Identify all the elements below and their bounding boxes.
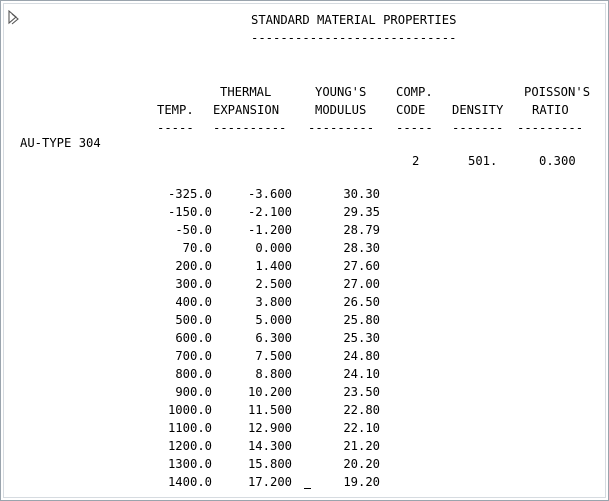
table-row: 500.0 5.000 25.80: [1, 311, 608, 329]
table-row: 1000.0 11.500 22.80: [1, 401, 608, 419]
cell-youngs: 28.30: [343, 241, 380, 255]
table-row: 1300.0 15.800 20.20: [1, 455, 608, 473]
header-poisson-line1: POISSON'S: [524, 85, 591, 99]
page-title: STANDARD MATERIAL PROPERTIES: [251, 13, 457, 27]
cell-thermal: 2.500: [255, 277, 292, 291]
header-thermal-dashes: ----------: [213, 121, 287, 135]
header-comp-line2: CODE: [396, 103, 426, 117]
cell-temp: 70.0: [182, 241, 212, 255]
cell-temp: 800.0: [175, 367, 212, 381]
cell-temp: 1400.0: [167, 475, 212, 489]
cell-thermal: 12.900: [247, 421, 292, 435]
cell-thermal: 10.200: [247, 385, 292, 399]
expand-arrow-icon[interactable]: [8, 10, 22, 26]
text-cursor: [304, 488, 311, 489]
cell-thermal: 3.800: [255, 295, 292, 309]
material-poisson-ratio: 0.300: [539, 154, 576, 168]
cell-youngs: 23.50: [343, 385, 380, 399]
header-poisson-dashes: ---------: [517, 121, 584, 135]
cell-temp: 200.0: [175, 259, 212, 273]
cell-youngs: 20.20: [343, 457, 380, 471]
cell-youngs: 19.20: [343, 475, 380, 489]
cell-youngs: 24.10: [343, 367, 380, 381]
cell-youngs: 29.35: [343, 205, 380, 219]
table-row: 400.0 3.800 26.50: [1, 293, 608, 311]
material-name: AU-TYPE 304: [20, 136, 101, 150]
cell-thermal: 7.500: [255, 349, 292, 363]
cell-youngs: 21.20: [343, 439, 380, 453]
table-row: 1200.0 14.300 21.20: [1, 437, 608, 455]
cell-temp: 900.0: [175, 385, 212, 399]
cell-temp: 600.0: [175, 331, 212, 345]
cell-thermal: 14.300: [247, 439, 292, 453]
table-row: -325.0 -3.600 30.30: [1, 185, 608, 203]
cell-temp: -150.0: [167, 205, 212, 219]
cell-temp: 1000.0: [167, 403, 212, 417]
cell-temp: 700.0: [175, 349, 212, 363]
cell-youngs: 22.80: [343, 403, 380, 417]
cell-temp: -50.0: [175, 223, 212, 237]
cell-youngs: 27.60: [343, 259, 380, 273]
cell-thermal: 5.000: [255, 313, 292, 327]
header-youngs-dashes: ---------: [308, 121, 375, 135]
header-temp-dashes: -----: [157, 121, 194, 135]
cell-thermal: 1.400: [255, 259, 292, 273]
cell-temp: 400.0: [175, 295, 212, 309]
cell-youngs: 25.30: [343, 331, 380, 345]
table-row: 1100.0 12.900 22.10: [1, 419, 608, 437]
header-poisson-line2: RATIO: [532, 103, 569, 117]
header-thermal-line1: THERMAL: [220, 85, 272, 99]
table-row: 300.0 2.500 27.00: [1, 275, 608, 293]
title-underline: ----------------------------: [251, 31, 457, 45]
table-row: 800.0 8.800 24.10: [1, 365, 608, 383]
table-row: 70.0 0.000 28.30: [1, 239, 608, 257]
output-window: STANDARD MATERIAL PROPERTIES -----------…: [0, 0, 609, 501]
header-thermal-line2: EXPANSION: [213, 103, 280, 117]
header-youngs-line1: YOUNG'S: [315, 85, 367, 99]
cell-youngs: 22.10: [343, 421, 380, 435]
cell-youngs: 28.79: [343, 223, 380, 237]
cell-youngs: 30.30: [343, 187, 380, 201]
cell-youngs: 27.00: [343, 277, 380, 291]
table-row: 700.0 7.500 24.80: [1, 347, 608, 365]
cell-thermal: 0.000: [255, 241, 292, 255]
cell-temp: 1100.0: [167, 421, 212, 435]
header-temp-line2: TEMP.: [157, 103, 194, 117]
table-row: 900.0 10.200 23.50: [1, 383, 608, 401]
cell-thermal: 17.200: [247, 475, 292, 489]
cell-thermal: -1.200: [247, 223, 292, 237]
table-row: -150.0 -2.100 29.35: [1, 203, 608, 221]
cell-temp: -325.0: [167, 187, 212, 201]
table-row: 200.0 1.400 27.60: [1, 257, 608, 275]
cell-temp: 300.0: [175, 277, 212, 291]
cell-youngs: 26.50: [343, 295, 380, 309]
cell-thermal: 15.800: [247, 457, 292, 471]
header-youngs-line2: MODULUS: [315, 103, 367, 117]
cell-youngs: 24.80: [343, 349, 380, 363]
cell-thermal: 8.800: [255, 367, 292, 381]
header-comp-dashes: -----: [396, 121, 433, 135]
header-density-line2: DENSITY: [452, 103, 504, 117]
header-comp-line1: COMP.: [396, 85, 433, 99]
cell-thermal: 6.300: [255, 331, 292, 345]
cell-youngs: 25.80: [343, 313, 380, 327]
cell-temp: 1300.0: [167, 457, 212, 471]
cell-thermal: -2.100: [247, 205, 292, 219]
cell-temp: 500.0: [175, 313, 212, 327]
table-row: -50.0 -1.200 28.79: [1, 221, 608, 239]
material-density: 501.: [468, 154, 498, 168]
cell-thermal: 11.500: [247, 403, 292, 417]
cell-thermal: -3.600: [247, 187, 292, 201]
cell-temp: 1200.0: [167, 439, 212, 453]
table-row: 600.0 6.300 25.30: [1, 329, 608, 347]
material-comp-code: 2: [412, 154, 420, 168]
header-density-dashes: -------: [452, 121, 504, 135]
